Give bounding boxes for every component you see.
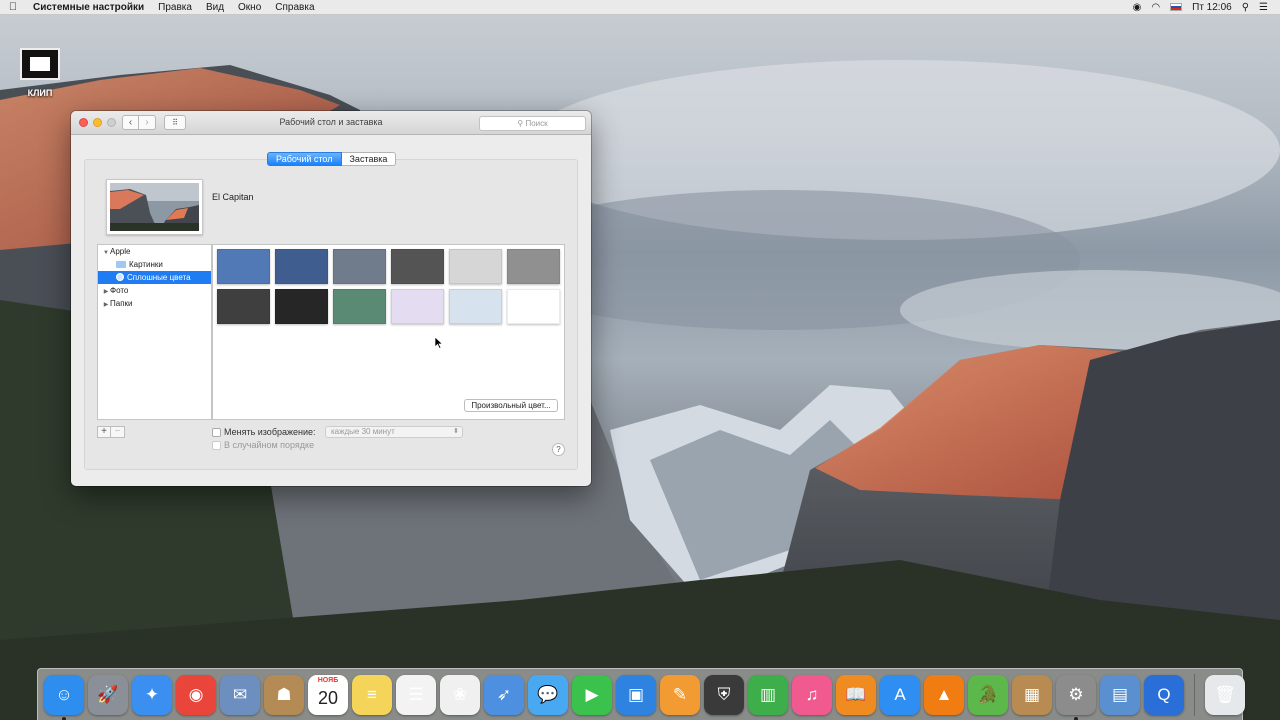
color-swatch[interactable] xyxy=(333,289,386,324)
box-icon[interactable]: ▦ xyxy=(1012,674,1052,715)
desktop-screensaver-window: ‹ › ⠿ Рабочий стол и заставка ⚲ Поиск Ра… xyxy=(71,111,591,486)
interval-select[interactable]: каждые 30 минут ⬍ xyxy=(325,426,463,438)
custom-color-button[interactable]: Произвольный цвет... xyxy=(464,399,558,412)
crocodile-icon[interactable]: 🐊 xyxy=(968,674,1008,715)
search-placeholder: Поиск xyxy=(525,119,548,128)
color-swatch-grid: Произвольный цвет... xyxy=(212,244,565,420)
color-swatch[interactable] xyxy=(507,289,560,324)
color-swatch[interactable] xyxy=(333,249,386,284)
chat-bubble-icon[interactable]: 💬 xyxy=(528,674,568,715)
calendar-icon[interactable]: НОЯБ 20 xyxy=(308,674,348,715)
remove-folder-button[interactable]: − xyxy=(111,426,125,438)
sidebar-item-folders[interactable]: ▶ Папки xyxy=(98,297,211,310)
sidebar-item-label: Apple xyxy=(110,247,131,256)
record-icon[interactable]: ◉ xyxy=(1133,2,1142,13)
contacts-icon[interactable]: ☗ xyxy=(264,674,304,715)
app-store-icon[interactable]: A xyxy=(880,674,920,715)
color-swatch[interactable] xyxy=(391,289,444,324)
sidebar-item-label: Сплошные цвета xyxy=(127,273,191,282)
current-wallpaper-preview xyxy=(106,179,203,235)
interval-value: каждые 30 минут xyxy=(331,427,395,436)
color-swatch[interactable] xyxy=(507,249,560,284)
tab-screensaver[interactable]: Заставка xyxy=(341,152,397,166)
bar-chart-icon[interactable]: ▥ xyxy=(748,674,788,715)
menu-extras: ◉ ◠ Пт 12:06 ⚲ ☰ xyxy=(1133,2,1280,13)
tank-emblem-icon[interactable]: ⛨ xyxy=(704,674,744,715)
menu-help[interactable]: Справка xyxy=(268,2,321,13)
desktop-item-label: КЛИП xyxy=(27,88,53,98)
wallpaper-name: El Capitan xyxy=(212,192,254,202)
notification-center-icon[interactable]: ☰ xyxy=(1259,2,1268,13)
list-icon[interactable]: ☰ xyxy=(396,674,436,715)
search-input[interactable]: ⚲ Поиск xyxy=(479,116,586,131)
rocket-icon[interactable]: 🚀 xyxy=(88,674,128,715)
quicktime-icon[interactable]: Q xyxy=(1144,674,1184,715)
add-remove-controls: + − xyxy=(97,426,125,438)
change-picture-checkbox[interactable] xyxy=(212,427,221,437)
input-source-flag-icon[interactable] xyxy=(1170,3,1183,11)
change-picture-label: Менять изображение: xyxy=(224,427,316,437)
flower-icon[interactable]: ❀ xyxy=(440,674,480,715)
window-titlebar[interactable]: ‹ › ⠿ Рабочий стол и заставка ⚲ Поиск xyxy=(71,111,591,135)
menu-app-name[interactable]: Системные настройки xyxy=(26,2,151,13)
compass-icon[interactable]: ✦ xyxy=(132,674,172,715)
dock: ☺ 🚀 ✦ ◉ ✉ ☗ НОЯБ 20 ≡ ☰ ❀ ➶ 💬 ▶ ▣ ✎ ⛨ ▥ ♫ 📖 A ▲ 🐊 ▦ ⚙ ▤ Q 🗑 xyxy=(37,668,1245,720)
gear-icon[interactable]: ⚙ xyxy=(1056,674,1096,720)
calendar-day: 20 xyxy=(317,688,339,708)
color-swatch[interactable] xyxy=(275,249,328,284)
music-note-icon[interactable]: ♫ xyxy=(792,674,832,715)
disclosure-collapsed-icon[interactable]: ▶ xyxy=(102,299,110,312)
source-list: ▼Apple Картинки Сплошные цвета ▶ Фото ▶ Па… xyxy=(97,244,212,420)
color-dot-icon xyxy=(116,273,124,281)
add-folder-button[interactable]: + xyxy=(97,426,111,438)
chrome-icon[interactable]: ◉ xyxy=(176,674,216,715)
color-swatch[interactable] xyxy=(449,249,502,284)
sidebar-item-pictures[interactable]: Картинки xyxy=(98,258,211,271)
tab-desktop[interactable]: Рабочий стол xyxy=(267,152,342,166)
desktop-item-clip[interactable]: КЛИП xyxy=(16,48,64,98)
color-swatch[interactable] xyxy=(217,249,270,284)
calendar-month: НОЯБ xyxy=(317,676,339,684)
finder-icon[interactable]: ☺ xyxy=(44,674,84,720)
menu-clock[interactable]: Пт 12:06 xyxy=(1192,2,1232,13)
help-button[interactable]: ? xyxy=(552,443,565,456)
pages-icon[interactable]: ✎ xyxy=(660,674,700,715)
spotlight-search-icon[interactable]: ⚲ xyxy=(1242,2,1249,13)
change-picture-option[interactable]: Менять изображение: xyxy=(212,427,316,437)
stamp-icon[interactable]: ✉ xyxy=(220,674,260,715)
wifi-icon[interactable]: ◠ xyxy=(1151,2,1160,13)
menu-view[interactable]: Вид xyxy=(199,2,231,13)
sidebar-item-photos[interactable]: ▶ Фото xyxy=(98,284,211,297)
color-swatch[interactable] xyxy=(217,289,270,324)
book-icon[interactable]: 📖 xyxy=(836,674,876,715)
sidebar-item-solid-colors[interactable]: Сплошные цвета xyxy=(98,271,211,284)
apple-logo-icon[interactable]:  xyxy=(0,1,26,13)
sidebar-item-apple[interactable]: ▼Apple xyxy=(98,245,211,258)
sidebar-item-label: Папки xyxy=(110,299,133,308)
dock-separator xyxy=(1194,673,1195,716)
color-swatch[interactable] xyxy=(275,289,328,324)
color-swatch[interactable] xyxy=(391,249,444,284)
traffic-cone-icon[interactable]: ▲ xyxy=(924,674,964,715)
random-order-label: В случайном порядке xyxy=(224,440,315,450)
video-camera-icon[interactable]: ▶ xyxy=(572,674,612,715)
random-order-option[interactable]: В случайном порядке xyxy=(212,440,314,450)
photo-viewer-icon[interactable]: ▤ xyxy=(1100,674,1140,715)
podium-icon[interactable]: ▣ xyxy=(616,674,656,715)
bird-icon[interactable]: ➶ xyxy=(484,674,524,715)
mouse-pointer-icon xyxy=(435,337,443,349)
notes-icon[interactable]: ≡ xyxy=(352,674,392,715)
menu-edit[interactable]: Правка xyxy=(151,2,199,13)
menu-bar:  Системные настройки Правка Вид Окно Сп… xyxy=(0,0,1280,15)
trash-icon[interactable]: 🗑 xyxy=(1205,674,1245,715)
color-swatch[interactable] xyxy=(449,289,502,324)
tab-segmented-control: Рабочий стол Заставка xyxy=(267,152,397,166)
folder-icon xyxy=(116,261,126,268)
random-order-checkbox[interactable] xyxy=(212,440,221,450)
sidebar-item-label: Фото xyxy=(110,286,129,295)
video-file-icon xyxy=(20,48,60,80)
select-arrows-icon: ⬍ xyxy=(453,428,459,435)
sidebar-item-label: Картинки xyxy=(129,260,163,269)
menu-window[interactable]: Окно xyxy=(231,2,268,13)
